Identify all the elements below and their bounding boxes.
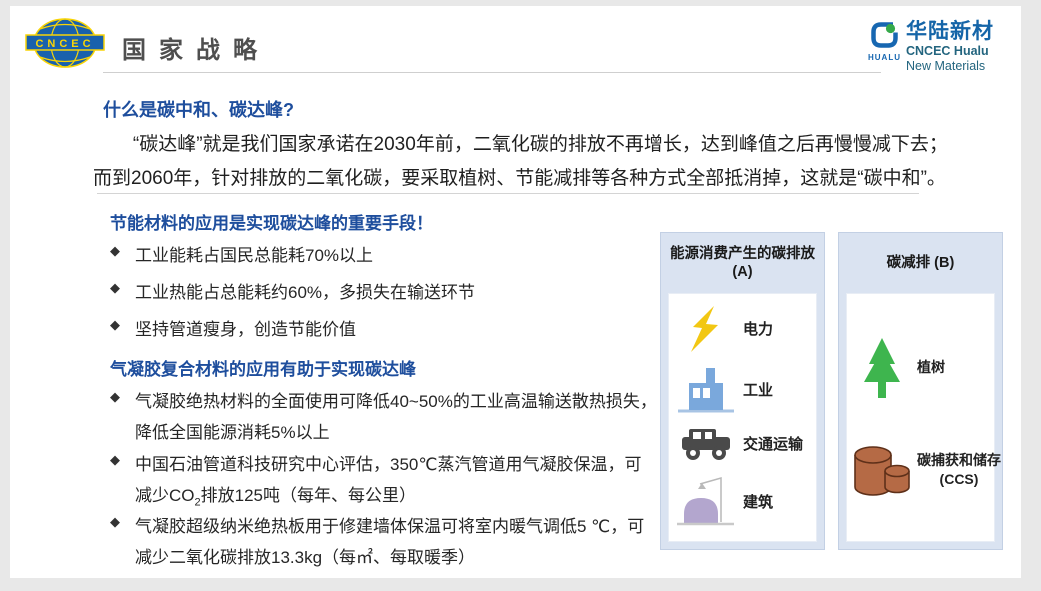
bullet-text: 中国石油管道科技研究中心评估，350℃蒸汽管道用气凝胶保温，可减少CO2排放12… [135,449,657,518]
bullet-diamond-icon: ◆ [110,449,135,468]
cncec-globe-logo-icon: CNCEC [24,16,106,75]
panel-b-body: 植树 碳捕获和储存 (CCS) [846,293,995,542]
car-icon [669,426,743,462]
hualu-name-cn: 华陆新材 [906,20,994,44]
bullet-diamond-icon: ◆ [110,511,135,530]
intro-paragraph: “碳达峰”就是我们国家承诺在2030年前，二氧化碳的排放不再增长，达到峰值之后再… [93,128,949,196]
bullet-diamond-icon: ◆ [110,277,135,296]
panel-item-ccs: 碳捕获和储存 (CCS) [847,441,994,499]
hualu-name-en2: New Materials [906,59,994,74]
panel-item-label: 建筑 [743,491,773,512]
energy-bullet: ◆ 坚持管道瘦身，创造节能价值 [110,314,356,345]
panel-carbon-emissions: 能源消费产生的碳排放 (A) 电力 [660,232,825,550]
factory-icon [669,363,743,415]
ccs-label-line1: 碳捕获和储存 [917,452,1001,468]
slide: CNCEC 国家战略 HUALU 华陆新材 CNCEC Hualu New Ma… [10,6,1021,578]
tree-icon [847,336,917,400]
bullet-text: 坚持管道瘦身，创造节能价值 [135,314,356,345]
bullet-diamond-icon: ◆ [110,240,135,259]
section-divider [97,193,919,194]
panel-item-label: 交通运输 [743,433,803,454]
aerogel-bullet: ◆ 中国石油管道科技研究中心评估，350℃蒸汽管道用气凝胶保温，可减少CO2排放… [110,449,657,518]
svg-text:CNCEC: CNCEC [35,38,94,50]
panel-carbon-reduction: 碳减排 (B) 植树 [838,232,1003,550]
panel-item-electricity: 电力 [669,305,816,353]
hualu-mark-icon [869,20,901,55]
aerogel-section-heading: 气凝胶复合材料的应用有助于实现碳达峰 [110,355,416,380]
slide-screenshot: { "colors": { "accent_blue": "#1e4e9d", … [0,0,1041,591]
barrels-icon [847,441,917,499]
hualu-name-en1: CNCEC Hualu [906,44,994,59]
panel-item-tree-planting: 植树 [847,336,994,400]
page-title: 国家战略 [122,30,270,65]
panel-item-label: 碳捕获和储存 (CCS) [917,451,1001,489]
panel-a-title: 能源消费产生的碳排放 (A) [661,233,824,293]
energy-bullet: ◆ 工业热能占总能耗约60%，多损失在输送环节 [110,277,475,308]
bullet-text: 气凝胶超级纳米绝热板用于修建墙体保温可将室内暖气调低5 ℃，可减少二氧化碳排放1… [135,511,657,573]
energy-bullet: ◆ 工业能耗占国民总能耗70%以上 [110,240,373,271]
panel-item-transport: 交通运输 [669,426,816,462]
aerogel-bullet: ◆ 气凝胶超级纳米绝热板用于修建墙体保温可将室内暖气调低5 ℃，可减少二氧化碳排… [110,511,657,573]
panel-item-label: 植树 [917,358,945,377]
panel-item-label: 电力 [743,318,773,339]
ccs-label-line2: (CCS) [940,471,979,487]
building-dome-icon [669,472,743,530]
panel-a-body: 电力 工业 [668,293,817,542]
panel-item-industry: 工业 [669,363,816,415]
panel-b-title: 碳减排 (B) [839,233,1002,293]
bullet-diamond-icon: ◆ [110,314,135,333]
bullet-diamond-icon: ◆ [110,386,135,405]
bullet-text-post: 排放125吨（每年、每公里） [201,486,416,505]
title-divider [103,72,881,73]
panel-item-construction: 建筑 [669,472,816,530]
energy-section-heading: 节能材料的应用是实现碳达峰的重要手段！ [110,209,433,234]
aerogel-bullet: ◆ 气凝胶绝热材料的全面使用可降低40~50%的工业高温输送散热损失，降低全国能… [110,386,657,448]
lightning-icon [669,305,743,353]
bullet-text: 工业能耗占国民总能耗70%以上 [135,240,373,271]
bullet-text: 工业热能占总能耗约60%，多损失在输送环节 [135,277,475,308]
bullet-text: 气凝胶绝热材料的全面使用可降低40~50%的工业高温输送散热损失，降低全国能源消… [135,386,657,448]
intro-heading: 什么是碳中和、碳达峰? [103,96,294,122]
hualu-logo: HUALU 华陆新材 CNCEC Hualu New Materials [868,20,994,74]
hualu-logo-sub-label: HUALU [868,53,901,62]
panel-item-label: 工业 [743,379,773,400]
